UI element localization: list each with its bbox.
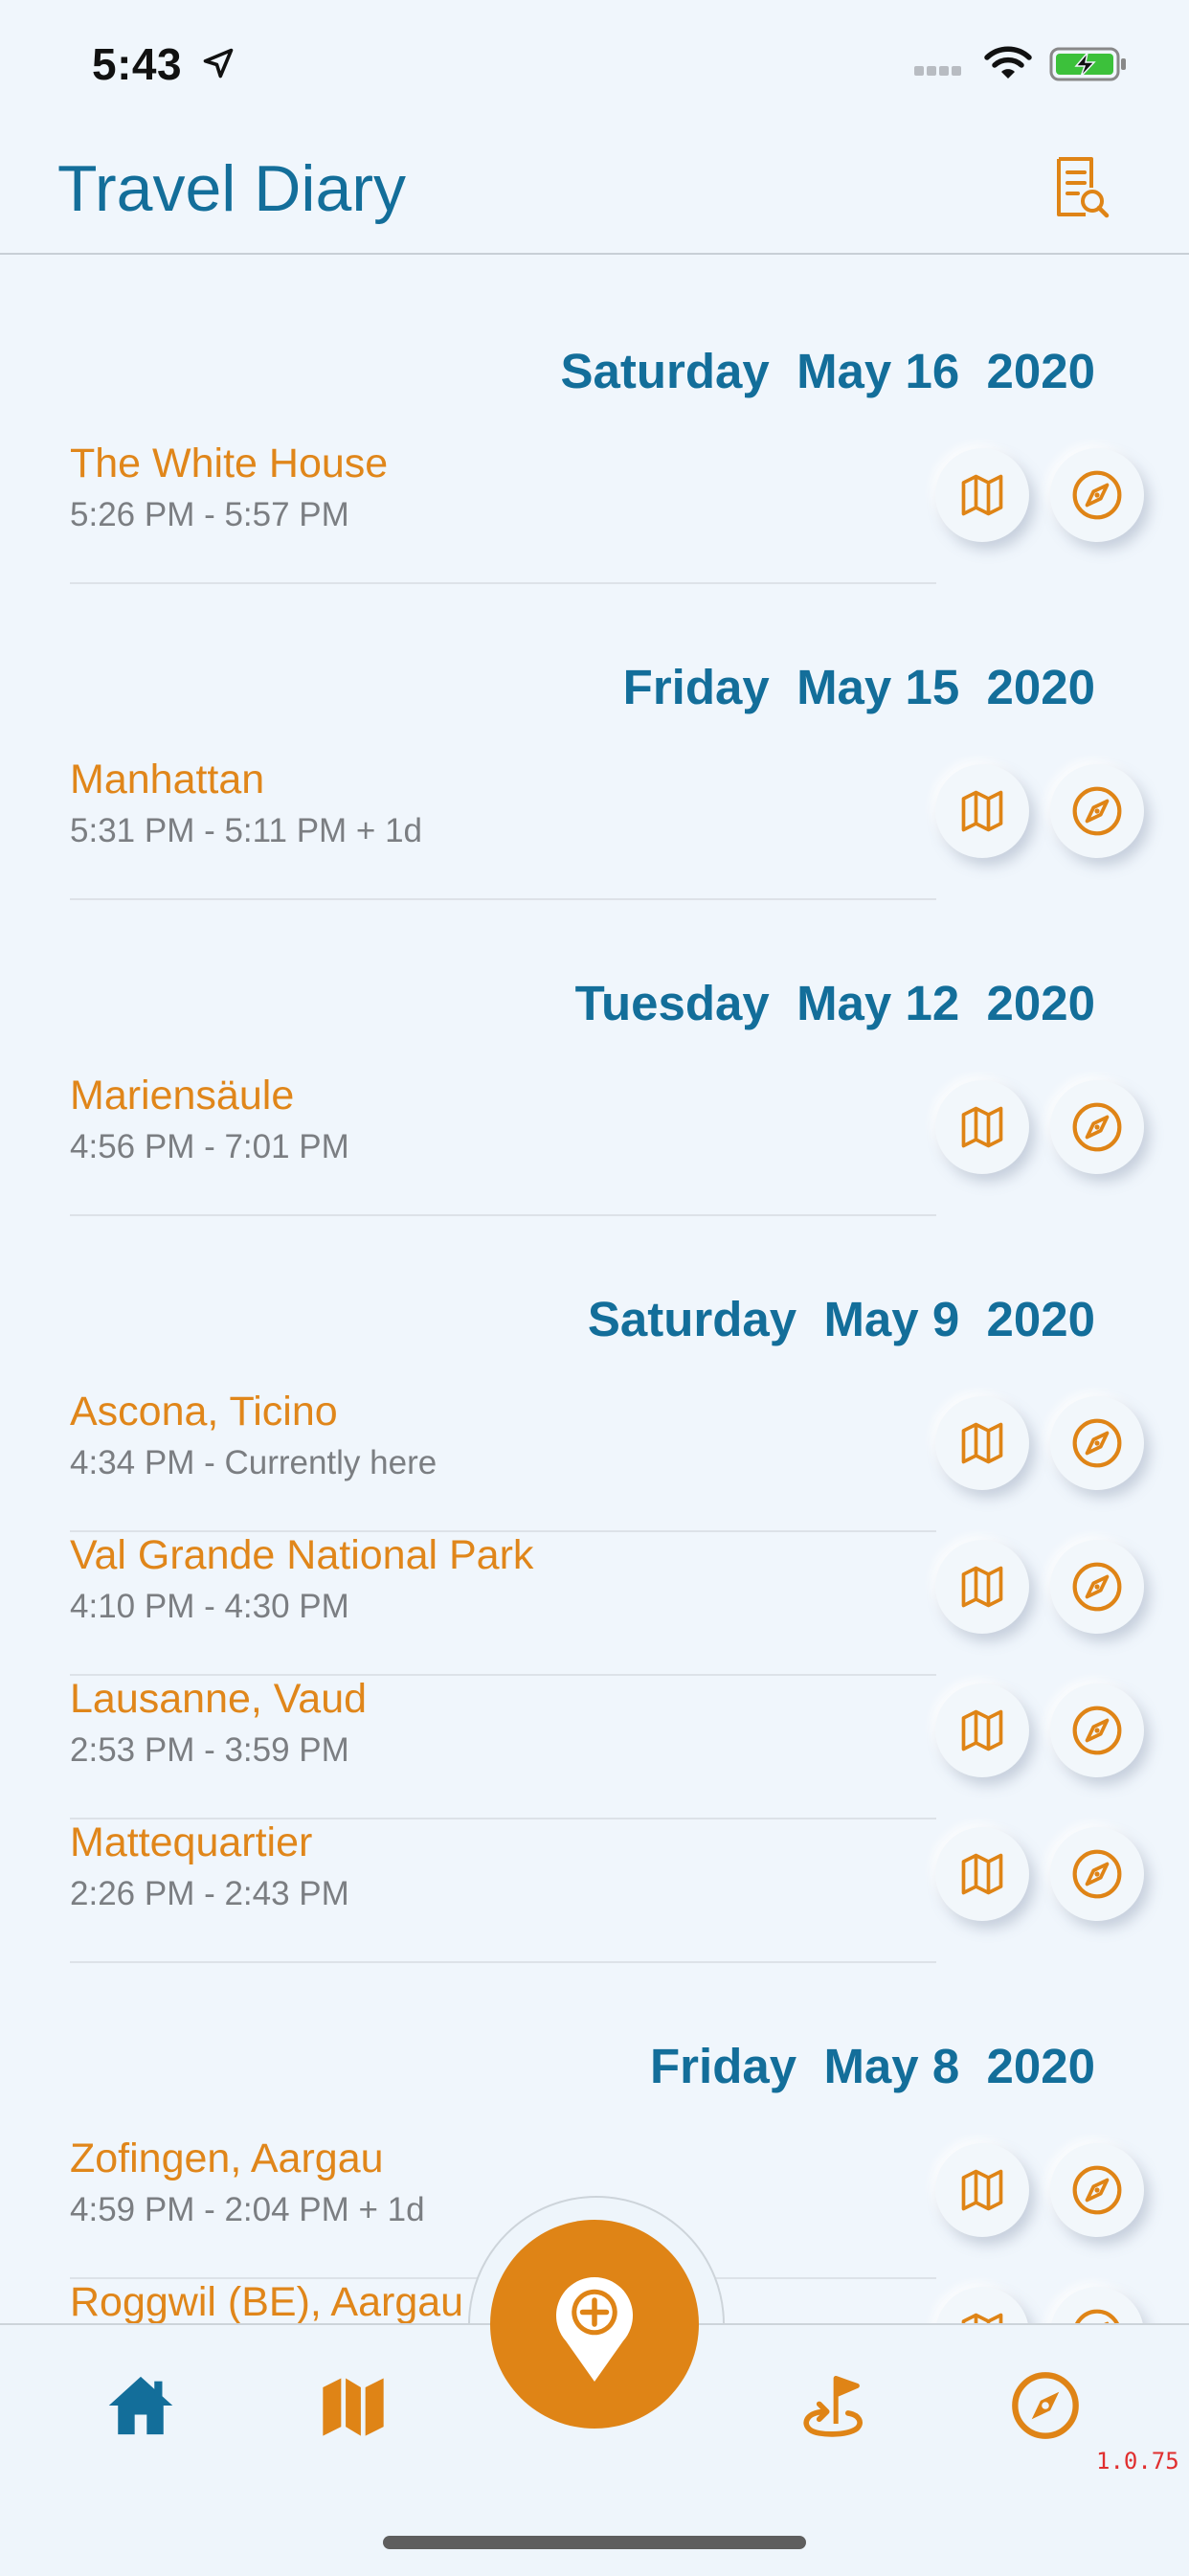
compass-icon xyxy=(1072,1706,1122,1755)
place-name: Mattequartier xyxy=(70,1819,313,1865)
compass-icon xyxy=(1072,2165,1122,2215)
diary-list[interactable]: Saturday May 16 2020 The White House 5:2… xyxy=(0,255,1189,2323)
show-on-map-button[interactable] xyxy=(935,1827,1029,1921)
place-time: 4:59 PM - 2:04 PM + 1d xyxy=(70,2191,425,2228)
place-time: 4:34 PM - Currently here xyxy=(70,1444,437,1481)
version-label: 1.0.75 xyxy=(1096,2448,1179,2474)
divider xyxy=(70,1214,936,1216)
show-on-map-button[interactable] xyxy=(935,1080,1029,1174)
location-arrow-icon xyxy=(203,48,234,79)
map-icon xyxy=(961,1106,1003,1148)
report-search-icon[interactable] xyxy=(1053,155,1110,220)
day-header: Tuesday May 12 2020 xyxy=(574,976,1095,1030)
add-location-button[interactable] xyxy=(490,2220,699,2429)
compass-icon xyxy=(1072,1562,1122,1612)
list-item[interactable]: The White House 5:26 PM - 5:57 PM xyxy=(70,441,936,584)
navigate-button[interactable] xyxy=(1050,2287,1144,2323)
divider xyxy=(70,1961,936,1963)
navigate-button[interactable] xyxy=(1050,448,1144,542)
home-icon[interactable] xyxy=(104,2369,177,2442)
divider xyxy=(70,898,936,900)
show-on-map-button[interactable] xyxy=(935,2287,1029,2323)
show-on-map-button[interactable] xyxy=(935,2143,1029,2237)
battery-charging-icon xyxy=(1049,47,1126,81)
list-item[interactable]: Ascona, Ticino 4:34 PM - Currently here xyxy=(70,1389,936,1532)
list-item[interactable]: Val Grande National Park 4:10 PM - 4:30 … xyxy=(70,1532,936,1676)
day-header: Saturday May 9 2020 xyxy=(587,1292,1095,1346)
navigate-button[interactable] xyxy=(1050,1827,1144,1921)
compass-icon xyxy=(1072,470,1122,520)
compass-icon xyxy=(1072,1102,1122,1152)
place-name: Val Grande National Park xyxy=(70,1532,534,1578)
map-icon xyxy=(961,1709,1003,1751)
place-name: The White House xyxy=(70,441,389,486)
place-name: Ascona, Ticino xyxy=(70,1389,338,1435)
map-icon xyxy=(961,1853,1003,1895)
navigate-button[interactable] xyxy=(1050,1396,1144,1490)
place-name: Lausanne, Vaud xyxy=(70,1676,368,1722)
place-name: Zofingen, Aargau xyxy=(70,2135,384,2181)
place-name: Manhattan xyxy=(70,757,265,802)
show-on-map-button[interactable] xyxy=(935,1540,1029,1634)
map-icon xyxy=(961,474,1003,516)
day-header: Friday May 8 2020 xyxy=(650,2039,1095,2093)
navigate-button[interactable] xyxy=(1050,1080,1144,1174)
navigation-header: Travel Diary xyxy=(0,124,1189,255)
status-bar: 5:43 xyxy=(0,0,1189,124)
place-time: 2:53 PM - 3:59 PM xyxy=(70,1731,349,1769)
compass-icon[interactable] xyxy=(1009,2369,1082,2442)
status-time: 5:43 xyxy=(92,39,183,89)
navigate-button[interactable] xyxy=(1050,2143,1144,2237)
list-item[interactable]: Mariensäule 4:56 PM - 7:01 PM xyxy=(70,1073,936,1216)
day-header: Friday May 15 2020 xyxy=(622,660,1095,714)
compass-icon xyxy=(1075,2309,1119,2323)
compass-icon xyxy=(1072,1849,1122,1899)
show-on-map-button[interactable] xyxy=(935,764,1029,858)
page-title: Travel Diary xyxy=(57,152,406,225)
place-name: Roggwil (BE), Aargau xyxy=(70,2279,464,2323)
divider xyxy=(70,582,936,584)
list-item[interactable]: Lausanne, Vaud 2:53 PM - 3:59 PM xyxy=(70,1676,936,1819)
compass-icon xyxy=(1072,786,1122,836)
show-on-map-button[interactable] xyxy=(935,448,1029,542)
navigate-button[interactable] xyxy=(1050,764,1144,858)
show-on-map-button[interactable] xyxy=(935,1396,1029,1490)
map-icon xyxy=(961,2313,1003,2323)
wifi-icon xyxy=(984,46,1032,79)
place-time: 4:10 PM - 4:30 PM xyxy=(70,1588,349,1625)
map-icon xyxy=(961,790,1003,832)
navigate-button[interactable] xyxy=(1050,1683,1144,1777)
cellular-signal-icon xyxy=(914,63,964,80)
list-item[interactable]: Mattequartier 2:26 PM - 2:43 PM xyxy=(70,1819,936,1963)
compass-icon xyxy=(1072,1418,1122,1468)
show-on-map-button[interactable] xyxy=(935,1683,1029,1777)
map-icon xyxy=(961,2169,1003,2211)
flag-return-icon[interactable] xyxy=(796,2369,869,2442)
place-time: 2:26 PM - 2:43 PM xyxy=(70,1875,349,1912)
map-icon xyxy=(961,1422,1003,1464)
day-header: Saturday May 16 2020 xyxy=(560,344,1095,398)
place-time: 4:56 PM - 7:01 PM xyxy=(70,1128,349,1165)
add-location-icon xyxy=(556,2277,633,2382)
home-indicator xyxy=(383,2536,806,2549)
navigate-button[interactable] xyxy=(1050,1540,1144,1634)
place-time: 5:26 PM - 5:57 PM xyxy=(70,496,349,533)
list-item[interactable]: Manhattan 5:31 PM - 5:11 PM + 1d xyxy=(70,757,936,900)
map-icon[interactable] xyxy=(317,2369,390,2442)
place-time: 5:31 PM - 5:11 PM + 1d xyxy=(70,812,423,849)
place-name: Mariensäule xyxy=(70,1073,295,1119)
map-icon xyxy=(961,1566,1003,1608)
